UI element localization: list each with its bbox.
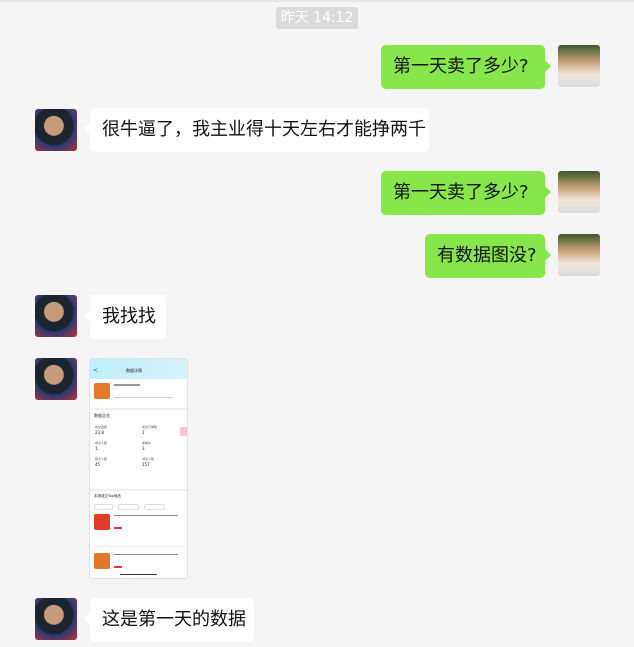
message-bubble-received[interactable]: 我找找 [84,295,166,339]
message-bubble-sent[interactable]: 第一天卖了多少? [381,171,551,215]
product-thumbnail [94,383,110,399]
my-avatar[interactable] [558,171,600,213]
price-mark [114,566,122,568]
screenshot-section-title: 数据总览 [94,413,110,418]
image-message-thumbnail[interactable]: < 数据详情 数据总览 成交金额 23.8 成交订单数 1 成交人数 1 客单价… [89,358,188,579]
product-thumbnail [94,514,110,530]
stat-label: 浏览人数 [142,457,155,461]
stat-value: 3 [142,446,145,451]
filter-chip [118,504,139,510]
stat-label: 成交人数 [95,441,108,445]
screenshot-page-title: 数据详情 [126,368,142,373]
top-divider [0,0,634,2]
price-mark [114,527,122,529]
side-tab [180,427,187,436]
stat-label: 客单价 [142,441,152,445]
stat-value: 157 [142,462,150,467]
home-indicator [120,574,157,575]
screenshot-list-title: 本场成交Top商品 [94,494,121,498]
my-avatar[interactable] [558,45,600,87]
message-bubble-sent[interactable]: 有数据图没? [425,234,551,278]
divider [90,489,187,491]
stat-value: 23.8 [95,430,104,435]
contact-avatar[interactable] [35,109,77,151]
stats-card: 成交金额 23.8 成交订单数 1 成交人数 1 客单价 3 曝光人数 45 浏… [94,423,183,475]
divider [90,408,187,410]
stat-label: 曝光人数 [95,457,108,461]
contact-avatar[interactable] [35,598,77,640]
message-bubble-received[interactable]: 很牛逼了，我主业得十天左右才能挣两千 [84,108,429,152]
divider [94,546,183,547]
my-avatar[interactable] [558,234,600,276]
product-title-line [114,384,140,386]
contact-avatar[interactable] [35,295,77,337]
product-meta-line [114,397,172,398]
product-title-line [114,554,178,555]
product-title-line [114,515,178,516]
message-bubble-sent[interactable]: 第一天卖了多少? [381,45,551,89]
back-icon: < [93,367,99,374]
contact-avatar[interactable] [35,358,77,400]
product-thumbnail [94,553,110,569]
filter-chip [94,504,113,510]
stat-label: 成交订单数 [142,425,158,429]
stat-value: 1 [95,446,98,451]
stat-value: 45 [95,462,101,467]
stat-label: 成交金额 [95,425,108,429]
stat-value: 1 [142,430,145,435]
filter-chip [144,504,165,510]
message-bubble-received[interactable]: 这是第一天的数据 [84,598,254,642]
timestamp-badge: 昨天 14:12 [276,7,358,29]
